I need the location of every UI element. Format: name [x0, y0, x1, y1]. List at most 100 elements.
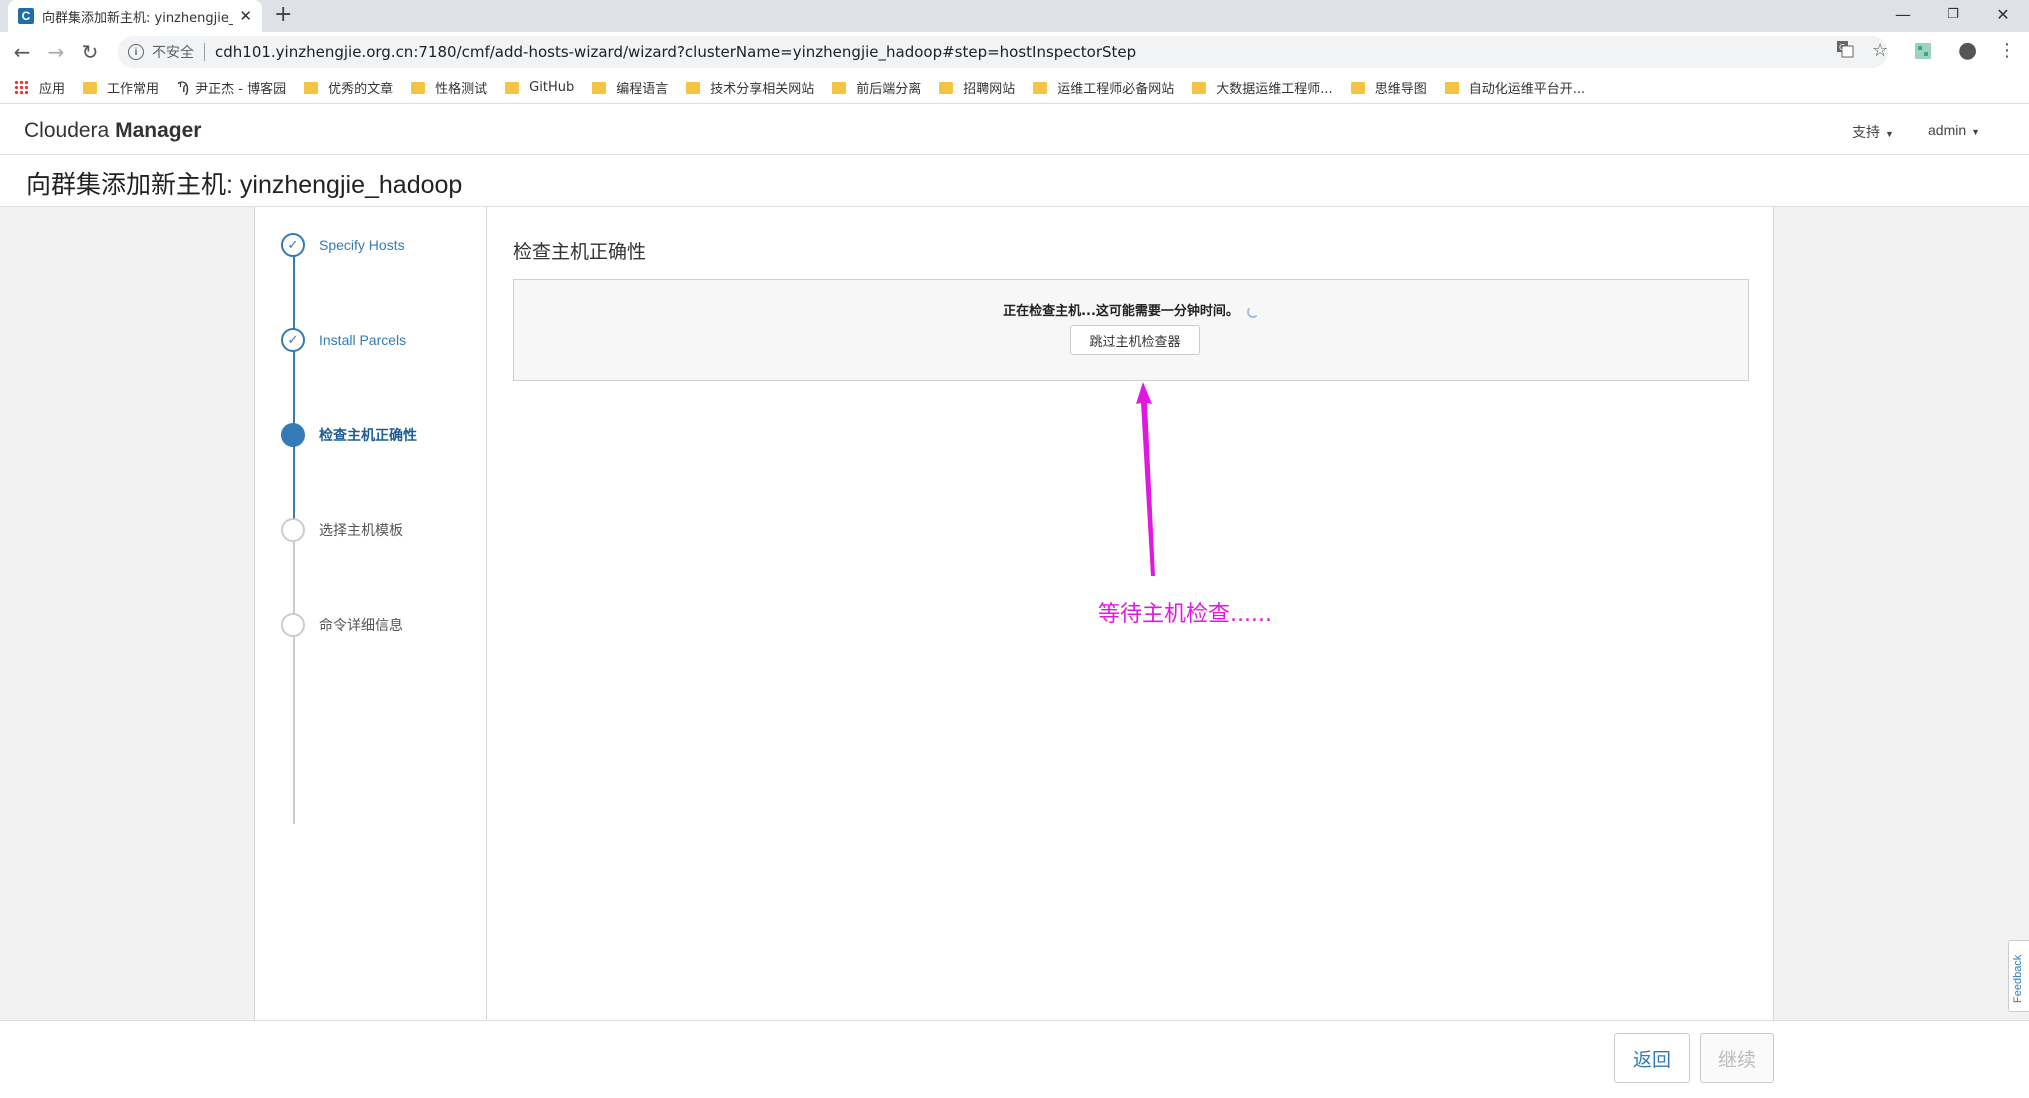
- bookmark-item[interactable]: 技术分享相关网站: [686, 78, 814, 97]
- more-menu-icon[interactable]: ⋮: [1998, 40, 2016, 61]
- user-menu[interactable]: admin ▼: [1928, 122, 1980, 138]
- bookmark-label: 编程语言: [616, 82, 669, 97]
- extension-icon[interactable]: [1914, 42, 1932, 65]
- checkmark-icon: ✓: [281, 328, 305, 352]
- tab-close-icon[interactable]: ✕: [239, 7, 252, 25]
- folder-icon: [1350, 81, 1365, 94]
- bookmark-label: 前后端分离: [856, 82, 922, 97]
- wiki-icon: Ϡ: [177, 79, 190, 96]
- step-label: 命令详细信息: [319, 617, 403, 633]
- bookmark-label: 运维工程师必备网站: [1057, 82, 1175, 97]
- caret-down-icon: ▼: [1971, 127, 1981, 137]
- url-text[interactable]: cdh101.yinzhengjie.org.cn:7180/cmf/add-h…: [215, 43, 1136, 61]
- pending-step-icon: [281, 613, 305, 637]
- bookmark-item[interactable]: 大数据运维工程师...: [1192, 78, 1333, 97]
- svg-text:G: G: [1839, 43, 1845, 52]
- feedback-tab[interactable]: Feedback: [2008, 940, 2029, 1012]
- bookmark-item[interactable]: 应用: [14, 78, 65, 97]
- bookmark-item[interactable]: 思维导图: [1350, 78, 1427, 97]
- folder-icon: [686, 81, 701, 94]
- folder-icon: [1033, 81, 1048, 94]
- step-label: Install Parcels: [319, 332, 407, 348]
- new-tab-button[interactable]: +: [274, 2, 292, 27]
- support-menu[interactable]: 支持 ▼: [1852, 122, 1894, 142]
- step-command-details: 命令详细信息: [281, 613, 403, 637]
- bookmark-item[interactable]: GitHub: [505, 80, 574, 95]
- continue-button[interactable]: 继续: [1700, 1033, 1774, 1083]
- bookmark-label: 应用: [39, 82, 66, 97]
- browser-toolbar: ← → ↻ i 不安全 cdh101.yinzhengjie.org.cn:71…: [0, 32, 2029, 72]
- wizard-footer: 返回 继续: [0, 1020, 2029, 1098]
- loading-spinner-icon: [1246, 305, 1259, 318]
- reload-icon[interactable]: ↻: [76, 38, 104, 66]
- cloudera-manager-logo[interactable]: Cloudera Manager: [24, 119, 201, 143]
- translate-icon[interactable]: G: [1836, 40, 1854, 63]
- folder-icon: [304, 81, 319, 94]
- maximize-icon[interactable]: ❐: [1930, 0, 1976, 28]
- address-bar[interactable]: i 不安全 cdh101.yinzhengjie.org.cn:7180/cmf…: [118, 36, 1888, 68]
- bookmark-label: 自动化运维平台开...: [1468, 82, 1586, 97]
- security-label: 不安全: [152, 45, 194, 61]
- app-header: Cloudera Manager 支持 ▼ admin ▼: [0, 105, 2029, 155]
- folder-icon: [592, 81, 607, 94]
- checkmark-icon: ✓: [281, 233, 305, 257]
- step-label: 检查主机正确性: [319, 427, 417, 443]
- apps-icon: [14, 80, 29, 95]
- bookmark-label: 大数据运维工程师...: [1216, 82, 1333, 97]
- skip-host-inspector-button[interactable]: 跳过主机检查器: [1070, 325, 1200, 355]
- step-title: 检查主机正确性: [513, 241, 647, 263]
- window-close-icon[interactable]: ✕: [1980, 0, 2026, 28]
- back-arrow-icon[interactable]: ←: [8, 38, 36, 66]
- caret-down-icon: ▼: [1885, 129, 1894, 139]
- bookmark-label: 优秀的文章: [328, 82, 394, 97]
- folder-icon: [939, 81, 954, 94]
- bookmark-label: 思维导图: [1374, 82, 1427, 97]
- bookmark-item[interactable]: 优秀的文章: [304, 78, 393, 97]
- info-icon[interactable]: i: [128, 44, 144, 60]
- bookmark-item[interactable]: 性格测试: [411, 78, 487, 97]
- bookmark-item[interactable]: 编程语言: [592, 78, 668, 97]
- address-divider: [204, 43, 205, 61]
- bookmark-item[interactable]: 招聘网站: [939, 78, 1015, 97]
- active-step-icon: [281, 423, 305, 447]
- bookmark-star-icon[interactable]: ☆: [1872, 40, 1888, 61]
- bookmark-item[interactable]: Ϡ 尹正杰 - 博客园: [177, 78, 287, 98]
- minimize-icon[interactable]: —: [1880, 0, 1926, 28]
- step-select-template: 选择主机模板: [281, 518, 403, 542]
- wizard-steps: ✓ Specify Hosts ✓ Install Parcels 检查主机正确…: [255, 207, 487, 1020]
- bookmark-label: 性格测试: [435, 82, 488, 97]
- profile-icon[interactable]: ●: [1958, 38, 1977, 63]
- step-label: Specify Hosts: [319, 237, 405, 253]
- back-button[interactable]: 返回: [1614, 1033, 1690, 1083]
- bookmark-label: 尹正杰 - 博客园: [195, 82, 287, 97]
- browser-tab[interactable]: C 向群集添加新主机: yinzhengjie_ ✕: [8, 0, 262, 32]
- bookmark-label: 工作常用: [107, 82, 160, 97]
- annotation-text: 等待主机检查......: [1098, 602, 1272, 627]
- pending-step-icon: [281, 518, 305, 542]
- step-label: 选择主机模板: [319, 522, 403, 538]
- folder-icon: [505, 81, 520, 94]
- bookmark-item[interactable]: 前后端分离: [832, 78, 921, 97]
- step-connector-pending: [293, 534, 295, 824]
- checking-message: 正在检查主机...这可能需要一分钟时间。: [514, 300, 1748, 319]
- bookmark-label: 技术分享相关网站: [710, 82, 815, 97]
- bookmark-item[interactable]: 运维工程师必备网站: [1033, 78, 1174, 97]
- folder-icon: [411, 81, 426, 94]
- bookmarks-bar: 应用 工作常用 Ϡ 尹正杰 - 博客园 优秀的文章 性格测试 GitHub 编程语…: [0, 72, 2029, 104]
- bookmark-label: GitHub: [529, 80, 575, 95]
- folder-icon: [83, 81, 98, 94]
- cloudera-favicon-icon: C: [18, 8, 34, 24]
- step-inspect-hosts: 检查主机正确性: [281, 423, 417, 447]
- wizard-panel: ✓ Specify Hosts ✓ Install Parcels 检查主机正确…: [254, 207, 1774, 1020]
- bookmark-item[interactable]: 工作常用: [83, 78, 159, 97]
- tab-title: 向群集添加新主机: yinzhengjie_: [42, 10, 234, 26]
- bookmark-item[interactable]: 自动化运维平台开...: [1444, 78, 1586, 97]
- step-install-parcels[interactable]: ✓ Install Parcels: [281, 328, 406, 352]
- step-specify-hosts[interactable]: ✓ Specify Hosts: [281, 233, 405, 257]
- bookmark-label: 招聘网站: [963, 82, 1016, 97]
- forward-arrow-icon[interactable]: →: [42, 38, 70, 66]
- host-inspector-panel: 正在检查主机...这可能需要一分钟时间。 跳过主机检查器: [513, 279, 1749, 381]
- step-connector-done: [293, 249, 295, 534]
- folder-icon: [832, 81, 847, 94]
- browser-tabstrip: C 向群集添加新主机: yinzhengjie_ ✕ + — ❐ ✕: [0, 0, 2029, 32]
